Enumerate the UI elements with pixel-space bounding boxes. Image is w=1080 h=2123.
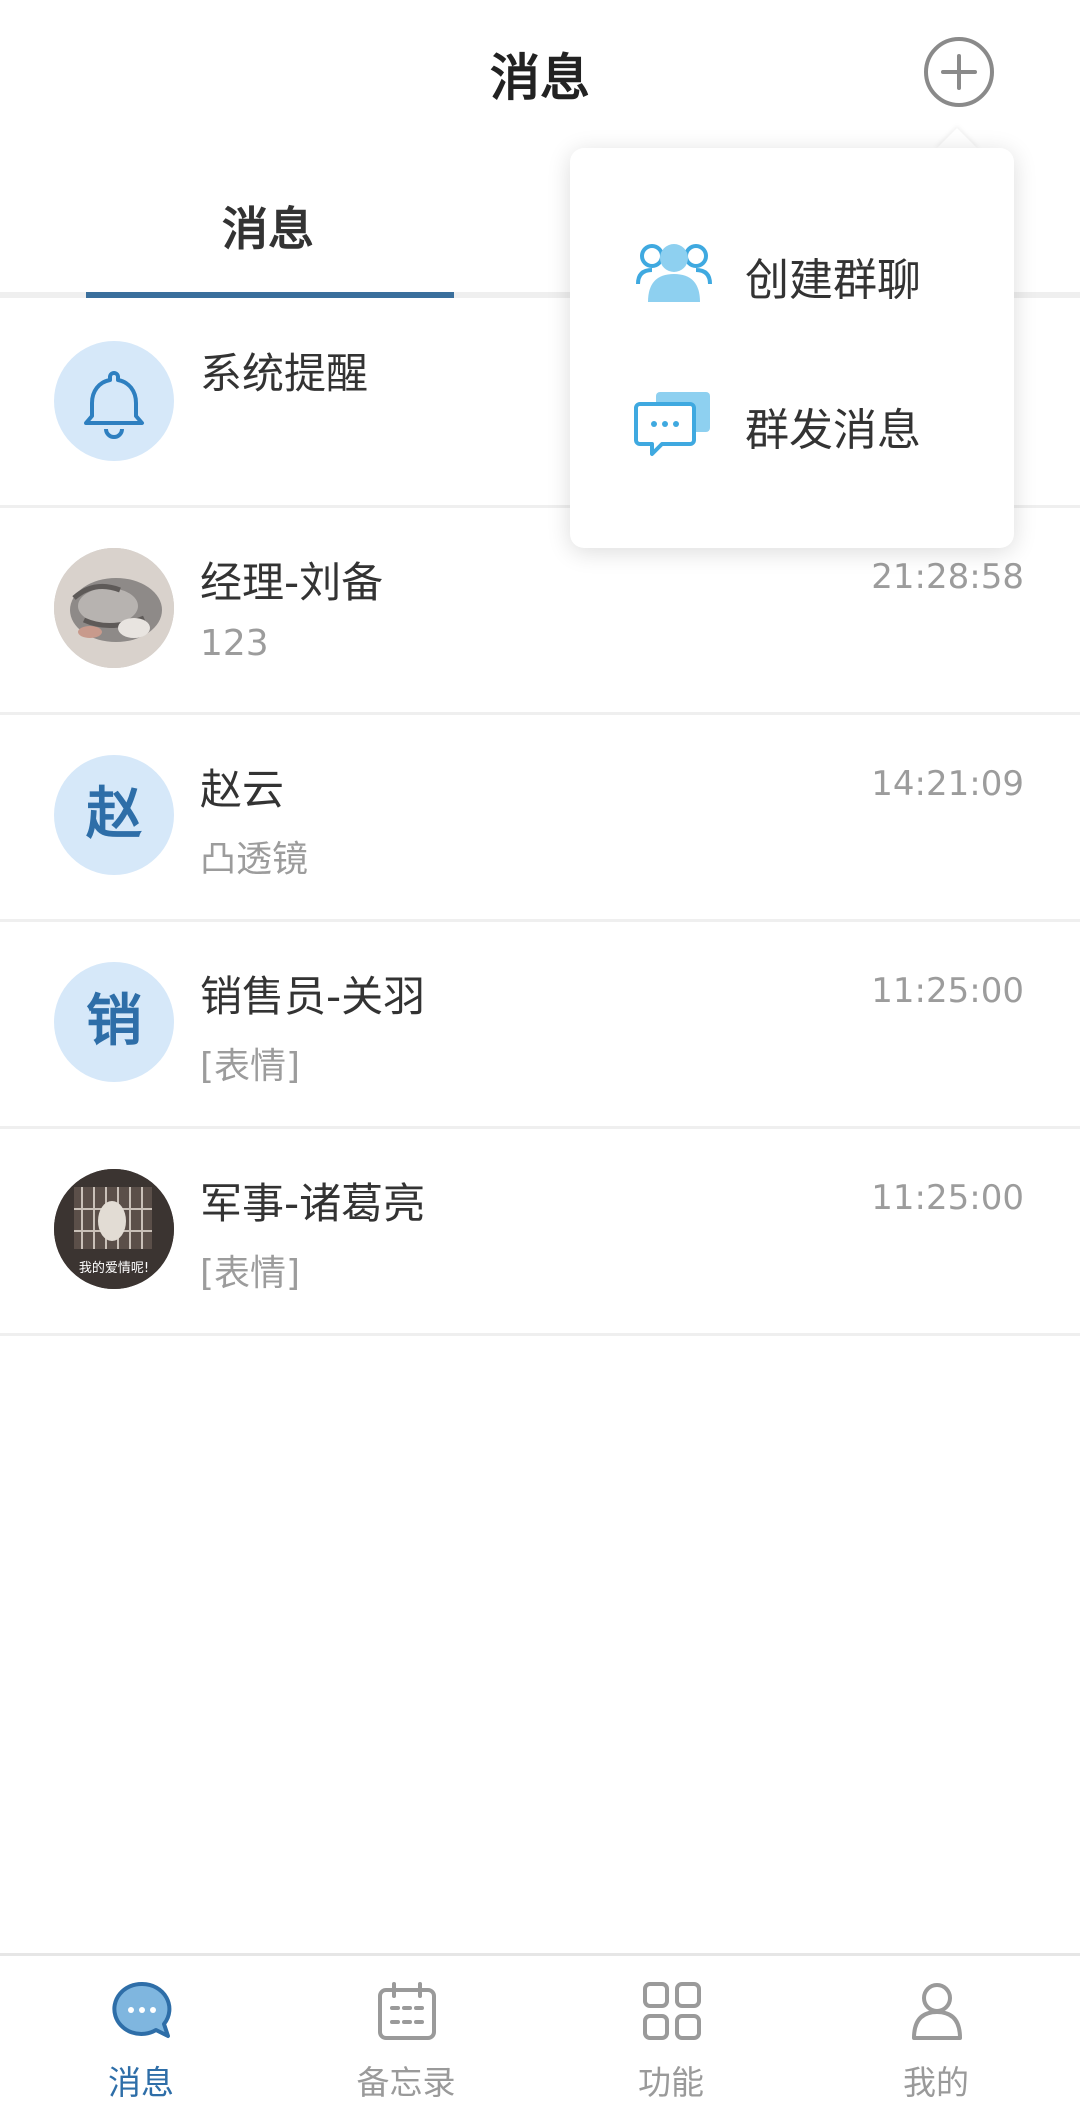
broadcast-chat-icon [634,392,710,456]
conversation-preview: 凸透镜 [200,839,309,880]
group-people-icon [636,244,712,302]
grid-icon [643,1982,701,2040]
conversation-name: 经理-刘备 [200,558,384,607]
conversation-time: 21:28:58 [871,557,1024,597]
conversation-time: 11:25:00 [871,971,1024,1011]
user-icon [912,1983,962,2040]
conversation-name: 赵云 [200,765,285,814]
nav-label: 功能 [638,2063,704,2102]
top-bar: 消息 [0,0,1080,145]
nav-item-profile[interactable]: 我的 [801,1956,1071,2123]
menu-item-create-group[interactable]: 创建群聊 [570,222,1014,322]
conversation-row[interactable]: 销 销售员-关羽 [表情] 11:25:00 [0,919,1080,1129]
plus-circle-icon [924,37,994,107]
popup-arrow [935,128,979,150]
avatar: 销 [54,962,174,1082]
conversation-name: 销售员-关羽 [200,972,426,1021]
nav-label: 备忘录 [356,2063,456,2102]
menu-item-label: 创建群聊 [745,255,921,306]
tab-messages[interactable]: 消息 [222,193,314,259]
avatar [54,548,174,668]
avatar-initial: 赵 [86,782,142,847]
popup-menu: 创建群聊 群发消息 [570,148,1014,548]
avatar [54,341,174,461]
bell-icon [84,371,144,439]
nav-item-memo[interactable]: 备忘录 [271,1956,541,2123]
add-button[interactable] [923,36,995,108]
chat-bubble-icon [112,1981,172,2038]
nav-label: 我的 [903,2063,969,2102]
nav-label: 消息 [108,2063,174,2102]
avatar-caption: 我的爱情呢! [78,1261,150,1276]
conversation-name: 军事-诸葛亮 [200,1179,426,1228]
avatar: 赵 [54,755,174,875]
page-title: 消息 [490,49,590,107]
conversation-row[interactable]: 赵 赵云 凸透镜 14:21:09 [0,712,1080,922]
avatar: 我的爱情呢! [54,1169,174,1289]
conversation-preview: [表情] [200,1046,301,1087]
nav-item-functions[interactable]: 功能 [536,1956,806,2123]
conversation-row[interactable]: 我的爱情呢! 军事-诸葛亮 [表情] 11:25:00 [0,1126,1080,1336]
menu-item-broadcast[interactable]: 群发消息 [570,372,1014,472]
nav-item-messages[interactable]: 消息 [6,1956,276,2123]
conversation-name: 系统提醒 [200,349,369,398]
conversation-preview: [表情] [200,1253,301,1294]
conversation-time: 11:25:00 [871,1178,1024,1218]
cat-photo-avatar [54,548,174,668]
avatar-initial: 销 [86,989,142,1054]
conversation-time: 14:21:09 [871,764,1024,804]
bottom-nav: 消息 备忘录 功能 我的 [0,1953,1080,2123]
conversation-preview: 123 [200,623,269,664]
calendar-icon [378,1982,436,2040]
menu-item-label: 群发消息 [745,405,921,456]
